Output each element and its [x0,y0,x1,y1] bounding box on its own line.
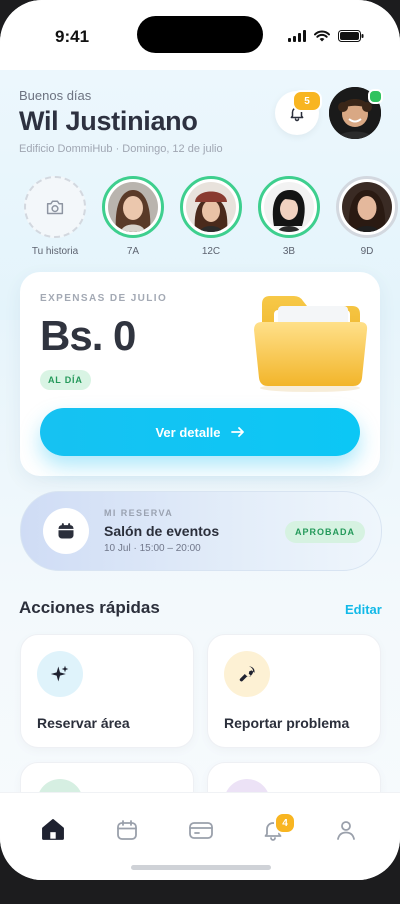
building-date: Edificio DommiHub · Domingo, 12 de julio [19,143,223,155]
notification-count-badge: 5 [292,90,322,112]
story-12c[interactable]: 12C [180,176,242,257]
action-reserve-area[interactable]: Reservar área [20,634,194,748]
status-bar: 9:41 [0,0,400,70]
signal-icon [288,30,306,42]
reservation-card[interactable]: MI RESERVA Salón de eventos 10 Jul · 15:… [20,491,382,571]
tab-calendar[interactable] [112,815,142,845]
story-avatar [108,182,158,232]
story-9d[interactable]: 9D [336,176,398,257]
view-detail-button[interactable]: Ver detalle [40,408,360,456]
user-name: Wil Justiniano [19,106,198,136]
reservation-title: Salón de eventos [104,523,220,539]
story-avatar [264,182,314,232]
story-label: 3B [282,246,296,257]
calendar-badge [43,508,89,554]
tab-home[interactable] [38,815,68,845]
folder-icon [254,296,368,392]
expenses-amount: Bs. 0 [40,312,136,359]
arrow-right-icon [230,427,244,437]
story-ring [102,176,164,238]
tab-payments[interactable] [186,815,216,845]
story-7a[interactable]: 7A [102,176,164,257]
story-add[interactable]: Tu historia [24,176,86,257]
wrench-badge [224,651,270,697]
wifi-icon [314,30,330,42]
view-detail-label: Ver detalle [155,424,221,440]
online-indicator [368,89,383,104]
battery-icon [338,30,364,42]
action-label: Reservar área [37,715,130,731]
wrench-icon [239,666,255,682]
reservation-time: 10 Jul · 15:00 – 20:00 [104,543,201,554]
expenses-card: EXPENSAS DE JULIO Bs. 0 AL DÍA Ver detal… [20,272,380,476]
reservation-status-badge: APROBADA [285,521,366,543]
user-icon [337,821,355,840]
expenses-kicker: EXPENSAS DE JULIO [40,293,168,304]
story-label: 12C [201,246,221,257]
reservation-kicker: MI RESERVA [104,508,174,518]
sparkle-badge [37,651,83,697]
story-ring [180,176,242,238]
story-ring [24,176,86,238]
story-ring [336,176,398,238]
story-label: Tu historia [31,246,79,257]
quick-actions-title: Acciones rápidas [19,598,160,617]
tab-notification-badge: 4 [274,812,296,834]
action-report-problem[interactable]: Reportar problema [207,634,381,748]
camera-icon [46,200,64,215]
status-time: 9:41 [55,27,90,46]
sparkle-icon [50,665,69,682]
action-label: Reportar problema [224,715,350,731]
story-label: 9D [360,246,374,257]
dynamic-island [137,16,263,53]
story-3b[interactable]: 3B [258,176,320,257]
calendar-icon [58,523,74,539]
greeting-text: Buenos días [19,88,92,103]
calendar-icon [117,820,137,840]
expenses-status-badge: AL DÍA [40,370,91,390]
status-icons [288,30,364,42]
stories-row: Tu historia 7A 12C 3B 9D [0,176,400,266]
story-avatar [186,182,236,232]
story-avatar [342,182,392,232]
home-indicator [131,865,271,870]
edit-quick-actions-link[interactable]: Editar [345,602,382,617]
story-label: 7A [126,246,140,257]
card-icon [189,822,213,839]
phone-screen: 9:41 Buenos días Wil Justiniano Edificio… [0,0,400,880]
story-ring [258,176,320,238]
tab-profile[interactable] [331,815,361,845]
home-icon [42,819,64,840]
